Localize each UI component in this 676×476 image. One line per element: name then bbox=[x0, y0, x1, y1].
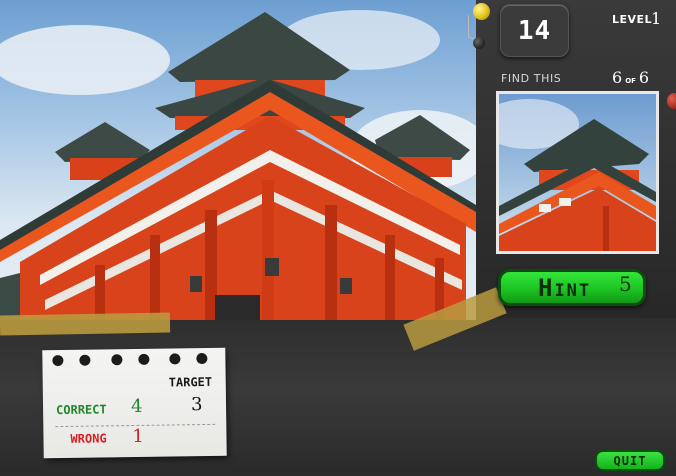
target-value: 3 bbox=[190, 394, 203, 416]
wrong-label: WRONG bbox=[70, 431, 107, 446]
hint-button[interactable]: Hint 5 bbox=[498, 269, 646, 306]
timer-box: 14 bbox=[500, 4, 569, 57]
note-hole bbox=[79, 354, 91, 366]
score-note: TARGET 3 CORRECT 4 WRONG 1 bbox=[42, 347, 227, 459]
timer-value: 14 bbox=[517, 15, 552, 46]
note-hole bbox=[111, 354, 123, 366]
level-value: 1 bbox=[651, 9, 662, 28]
note-hole bbox=[52, 354, 64, 367]
find-this-label: FIND THIS bbox=[501, 72, 562, 85]
correct-value: 4 bbox=[130, 395, 143, 418]
note-hole bbox=[196, 352, 208, 365]
note-hole bbox=[138, 353, 150, 365]
level-label: LEVEL bbox=[612, 13, 653, 26]
note-hole bbox=[169, 353, 181, 365]
yellow-pin-icon bbox=[473, 3, 490, 20]
target-thumbnail bbox=[496, 91, 659, 254]
of-label: of bbox=[625, 75, 636, 86]
correct-label: CORRECT bbox=[55, 402, 107, 418]
tape-strip bbox=[0, 312, 171, 336]
hint-label: Hint bbox=[538, 274, 592, 302]
hint-count: 5 bbox=[619, 272, 632, 296]
find-progress: 6 of 6 bbox=[612, 68, 649, 87]
thumbnail-pagoda-detail bbox=[499, 99, 656, 251]
wrong-value: 1 bbox=[132, 425, 145, 448]
red-pin-icon bbox=[667, 93, 676, 109]
dark-pin-icon bbox=[473, 37, 485, 49]
quit-label: QUIT bbox=[613, 453, 647, 468]
quit-button[interactable]: QUIT bbox=[595, 450, 665, 471]
total-count: 6 bbox=[638, 68, 650, 87]
pagoda-illustration bbox=[0, 10, 476, 320]
target-label: TARGET bbox=[168, 374, 213, 390]
found-count: 6 bbox=[612, 68, 623, 87]
main-photo[interactable] bbox=[0, 0, 476, 320]
